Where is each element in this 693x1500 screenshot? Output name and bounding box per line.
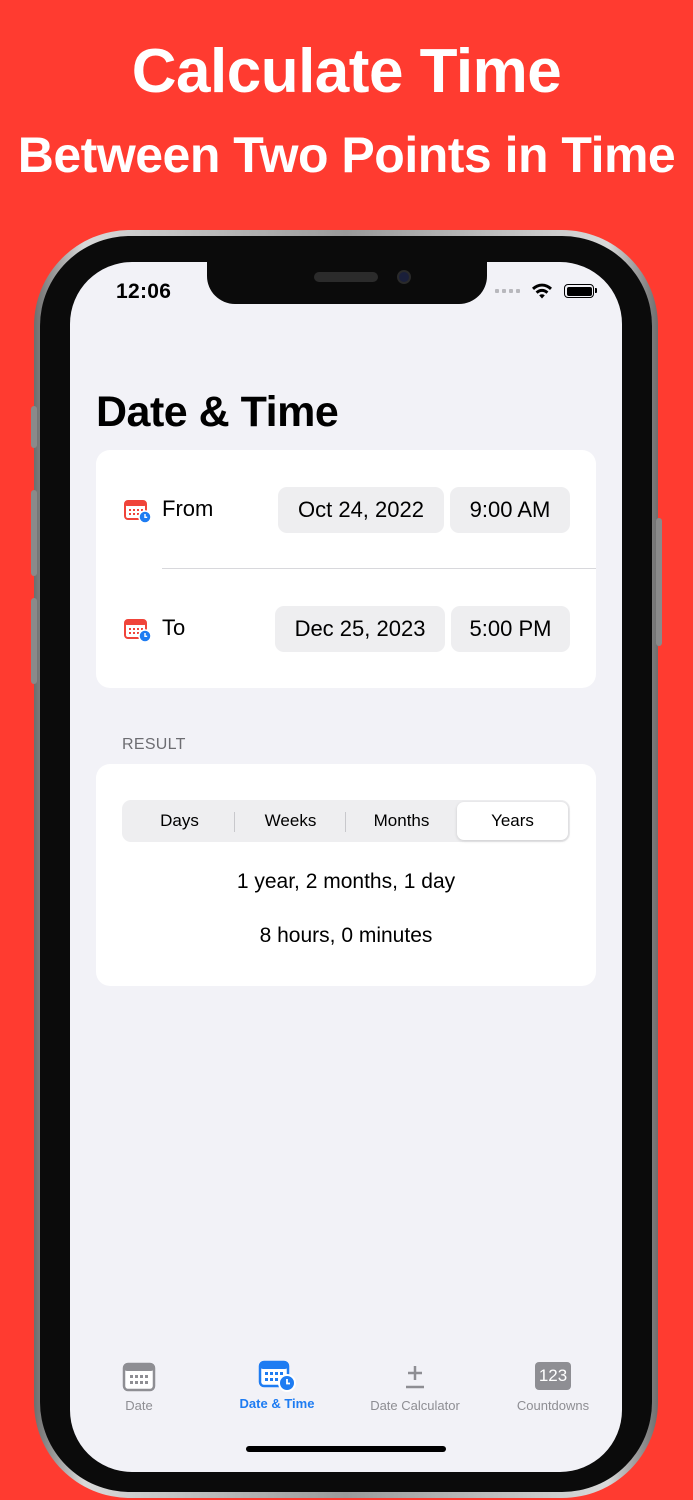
promo-title-line1: Calculate Time xyxy=(131,37,562,106)
to-label: To xyxy=(162,615,186,640)
status-time: 12:06 xyxy=(116,280,172,303)
tab-countdowns-label: Countdowns xyxy=(516,1398,590,1413)
speaker-grille xyxy=(314,272,378,282)
front-camera xyxy=(397,270,411,284)
tab-date[interactable]: Date xyxy=(70,1350,208,1413)
status-icons xyxy=(495,282,597,300)
calendar-clock-icon xyxy=(124,619,152,643)
from-date-picker[interactable]: Oct 24, 2022 xyxy=(278,487,444,533)
calendar-clock-icon xyxy=(124,500,152,524)
tab-countdowns[interactable]: 123 Countdowns xyxy=(484,1350,622,1413)
promo-title-line2: Between Two Points in Time xyxy=(17,127,676,183)
date-range-card: From Oct 24, 2022 9:00 AM To Dec 25, 202… xyxy=(96,450,596,688)
tab-date-label: Date xyxy=(125,1398,153,1413)
phone-power-button xyxy=(656,518,662,646)
tab-date-calculator-label: Date Calculator xyxy=(370,1398,460,1413)
to-time-picker[interactable]: 5:00 PM xyxy=(451,606,570,652)
battery-icon xyxy=(564,284,597,298)
segment-years[interactable]: Years xyxy=(457,802,568,840)
segment-months[interactable]: Months xyxy=(346,802,457,840)
calendar-clock-icon xyxy=(258,1360,296,1392)
cellular-signal-icon xyxy=(495,289,520,293)
wifi-icon xyxy=(532,283,552,299)
result-card: Days Weeks Months Years 1 year, 2 months… xyxy=(96,764,596,986)
page-title: Date & Time xyxy=(96,388,339,436)
phone-volume-up xyxy=(31,490,37,576)
tab-date-calculator[interactable]: Date Calculator xyxy=(346,1350,484,1413)
plus-minus-icon xyxy=(406,1366,424,1389)
phone-silent-switch xyxy=(31,406,37,448)
segment-days[interactable]: Days xyxy=(124,802,235,840)
segment-weeks[interactable]: Weeks xyxy=(235,802,346,840)
number-badge-icon: 123 xyxy=(535,1362,571,1390)
result-time-diff: 8 hours, 0 minutes xyxy=(259,924,433,947)
result-date-diff: 1 year, 2 months, 1 day xyxy=(236,870,456,893)
phone-volume-down xyxy=(31,598,37,684)
phone-screen: 12:06 Date & Time From Oct 24, 2022 9:00… xyxy=(70,262,622,1472)
from-time-picker[interactable]: 9:00 AM xyxy=(450,487,570,533)
to-date-picker[interactable]: Dec 25, 2023 xyxy=(275,606,445,652)
from-row: From Oct 24, 2022 9:00 AM xyxy=(96,450,596,569)
result-section-header: RESULT xyxy=(122,736,186,753)
to-row: To Dec 25, 2023 5:00 PM xyxy=(96,569,596,688)
tab-bar: Date Date & Time Date Calculator 123 Cou… xyxy=(70,1350,622,1430)
calendar-icon xyxy=(122,1362,156,1392)
notch xyxy=(207,262,487,304)
home-indicator xyxy=(246,1446,446,1452)
unit-segmented-control: Days Weeks Months Years xyxy=(122,800,570,842)
tab-date-time-label: Date & Time xyxy=(239,1396,315,1411)
from-label: From xyxy=(162,496,214,521)
tab-date-time[interactable]: Date & Time xyxy=(208,1350,346,1411)
